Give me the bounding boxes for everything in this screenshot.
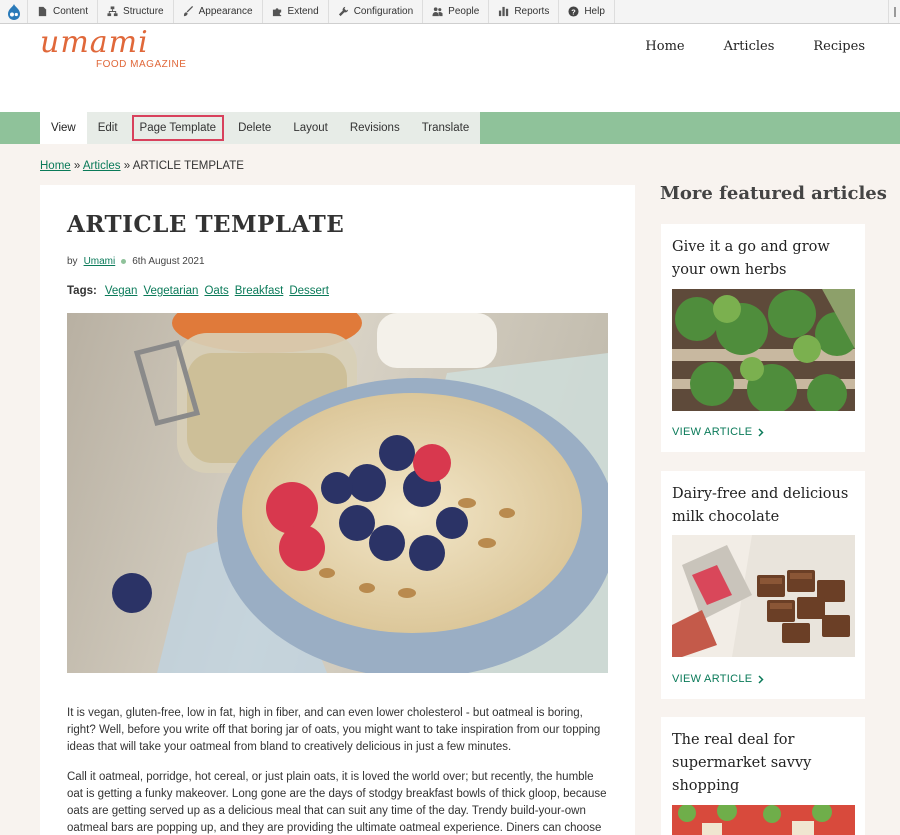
tab-revisions[interactable]: Revisions: [339, 112, 411, 144]
toolbar-reports[interactable]: Reports: [489, 0, 560, 23]
toolbar-help[interactable]: ? Help: [559, 0, 615, 23]
chevron-right-icon: [758, 674, 764, 684]
toolbar-configuration[interactable]: Configuration: [329, 0, 424, 23]
article-body: It is vegan, gluten-free, low in fat, hi…: [67, 705, 612, 835]
bar-chart-icon: [499, 6, 509, 17]
help-icon: ?: [568, 6, 579, 17]
tab-edit[interactable]: Edit: [87, 112, 129, 144]
toolbar-content[interactable]: Content: [28, 0, 99, 23]
admin-toolbar: Content Structure Appearance Extend Conf…: [0, 0, 900, 24]
svg-text:?: ?: [572, 7, 577, 16]
toolbar-configuration-label: Configuration: [353, 6, 414, 17]
featured-card-image[interactable]: [672, 535, 855, 657]
tag-link[interactable]: Breakfast: [235, 285, 284, 297]
toolbar-people[interactable]: People: [423, 0, 490, 23]
nav-articles[interactable]: Articles: [724, 39, 775, 54]
toolbar-orientation-toggle[interactable]: [888, 0, 900, 23]
author-link[interactable]: Umami: [84, 256, 116, 267]
toolbar-appearance[interactable]: Appearance: [174, 0, 263, 23]
page-title: ARTICLE TEMPLATE: [67, 211, 345, 238]
featured-card-title[interactable]: Give it a go and grow your own herbs: [672, 236, 857, 282]
featured-card[interactable]: The real deal for supermarket savvy shop…: [661, 717, 865, 835]
toolbar-extend[interactable]: Extend: [263, 0, 329, 23]
tags-label: Tags:: [67, 285, 97, 297]
breadcrumb-home[interactable]: Home: [40, 160, 71, 172]
sitemap-icon: [107, 6, 118, 17]
nav-recipes[interactable]: Recipes: [813, 39, 865, 54]
people-icon: [432, 7, 443, 17]
article-tags: Tags: Vegan Vegetarian Oats Breakfast De…: [67, 285, 329, 297]
file-icon: [38, 6, 47, 17]
breadcrumb-separator: »: [123, 160, 131, 172]
tab-page-template[interactable]: Page Template: [129, 112, 228, 144]
article-paragraph: It is vegan, gluten-free, low in fat, hi…: [67, 707, 601, 753]
tab-layout[interactable]: Layout: [282, 112, 339, 144]
tab-view[interactable]: View: [40, 112, 87, 144]
toolbar-content-label: Content: [53, 6, 89, 17]
main-navigation: Home Articles Recipes: [645, 39, 865, 54]
nav-home[interactable]: Home: [645, 39, 684, 54]
breadcrumb: Home » Articles » ARTICLE TEMPLATE: [40, 160, 244, 172]
breadcrumb-articles[interactable]: Articles: [83, 160, 121, 172]
article-meta: by Umami 6th August 2021: [67, 256, 205, 267]
toolbar-structure-label: Structure: [123, 6, 164, 17]
site-logo[interactable]: umami FOOD MAGAZINE: [40, 25, 187, 71]
tag-link[interactable]: Vegetarian: [143, 285, 198, 297]
byline-prefix: by: [67, 256, 78, 267]
toolbar-help-label: Help: [584, 6, 605, 17]
toolbar-appearance-label: Appearance: [198, 6, 253, 17]
featured-card-image[interactable]: [672, 805, 855, 835]
logo-wordmark: umami: [40, 25, 149, 60]
logo-tagline: FOOD MAGAZINE: [96, 59, 187, 70]
breadcrumb-current: ARTICLE TEMPLATE: [132, 160, 244, 172]
site-header: umami FOOD MAGAZINE Home Articles Recipe…: [0, 24, 900, 112]
article-image: [67, 313, 608, 673]
toolbar-structure[interactable]: Structure: [98, 0, 174, 23]
wrench-icon: [338, 6, 348, 17]
view-article-link[interactable]: VIEW ARTICLE: [672, 673, 764, 685]
toolbar-extend-label: Extend: [287, 6, 319, 17]
tab-translate[interactable]: Translate: [411, 112, 481, 144]
tag-link[interactable]: Dessert: [289, 285, 329, 297]
featured-card-image[interactable]: [672, 289, 855, 411]
article-paragraph: Call it oatmeal, porridge, hot cereal, o…: [67, 771, 607, 834]
puzzle-icon: [272, 8, 281, 17]
view-article-link[interactable]: VIEW ARTICLE: [672, 426, 764, 438]
featured-card[interactable]: Dairy-free and delicious milk chocolate …: [661, 471, 865, 699]
local-tasks: View Edit Page Template Delete Layout Re…: [40, 112, 481, 144]
featured-card-title[interactable]: The real deal for supermarket savvy shop…: [672, 729, 857, 798]
article-card: ARTICLE TEMPLATE by Umami 6th August 202…: [40, 185, 635, 835]
sidebar-heading: More featured articles: [660, 183, 887, 204]
view-article-label: VIEW ARTICLE: [672, 673, 753, 685]
drupal-logo-icon[interactable]: [0, 0, 28, 23]
featured-card-title[interactable]: Dairy-free and delicious milk chocolate: [672, 483, 857, 529]
toolbar-people-label: People: [448, 6, 480, 17]
tab-delete[interactable]: Delete: [227, 112, 282, 144]
breadcrumb-separator: »: [73, 160, 81, 172]
tag-link[interactable]: Oats: [204, 285, 228, 297]
publish-date: 6th August 2021: [132, 256, 205, 267]
meta-dot: [121, 259, 127, 264]
chevron-right-icon: [758, 427, 764, 437]
tag-link[interactable]: Vegan: [105, 285, 138, 297]
featured-card[interactable]: Give it a go and grow your own herbs VIE…: [661, 224, 865, 452]
toolbar-reports-label: Reports: [514, 6, 550, 17]
brush-icon: [183, 6, 193, 17]
view-article-label: VIEW ARTICLE: [672, 426, 753, 438]
